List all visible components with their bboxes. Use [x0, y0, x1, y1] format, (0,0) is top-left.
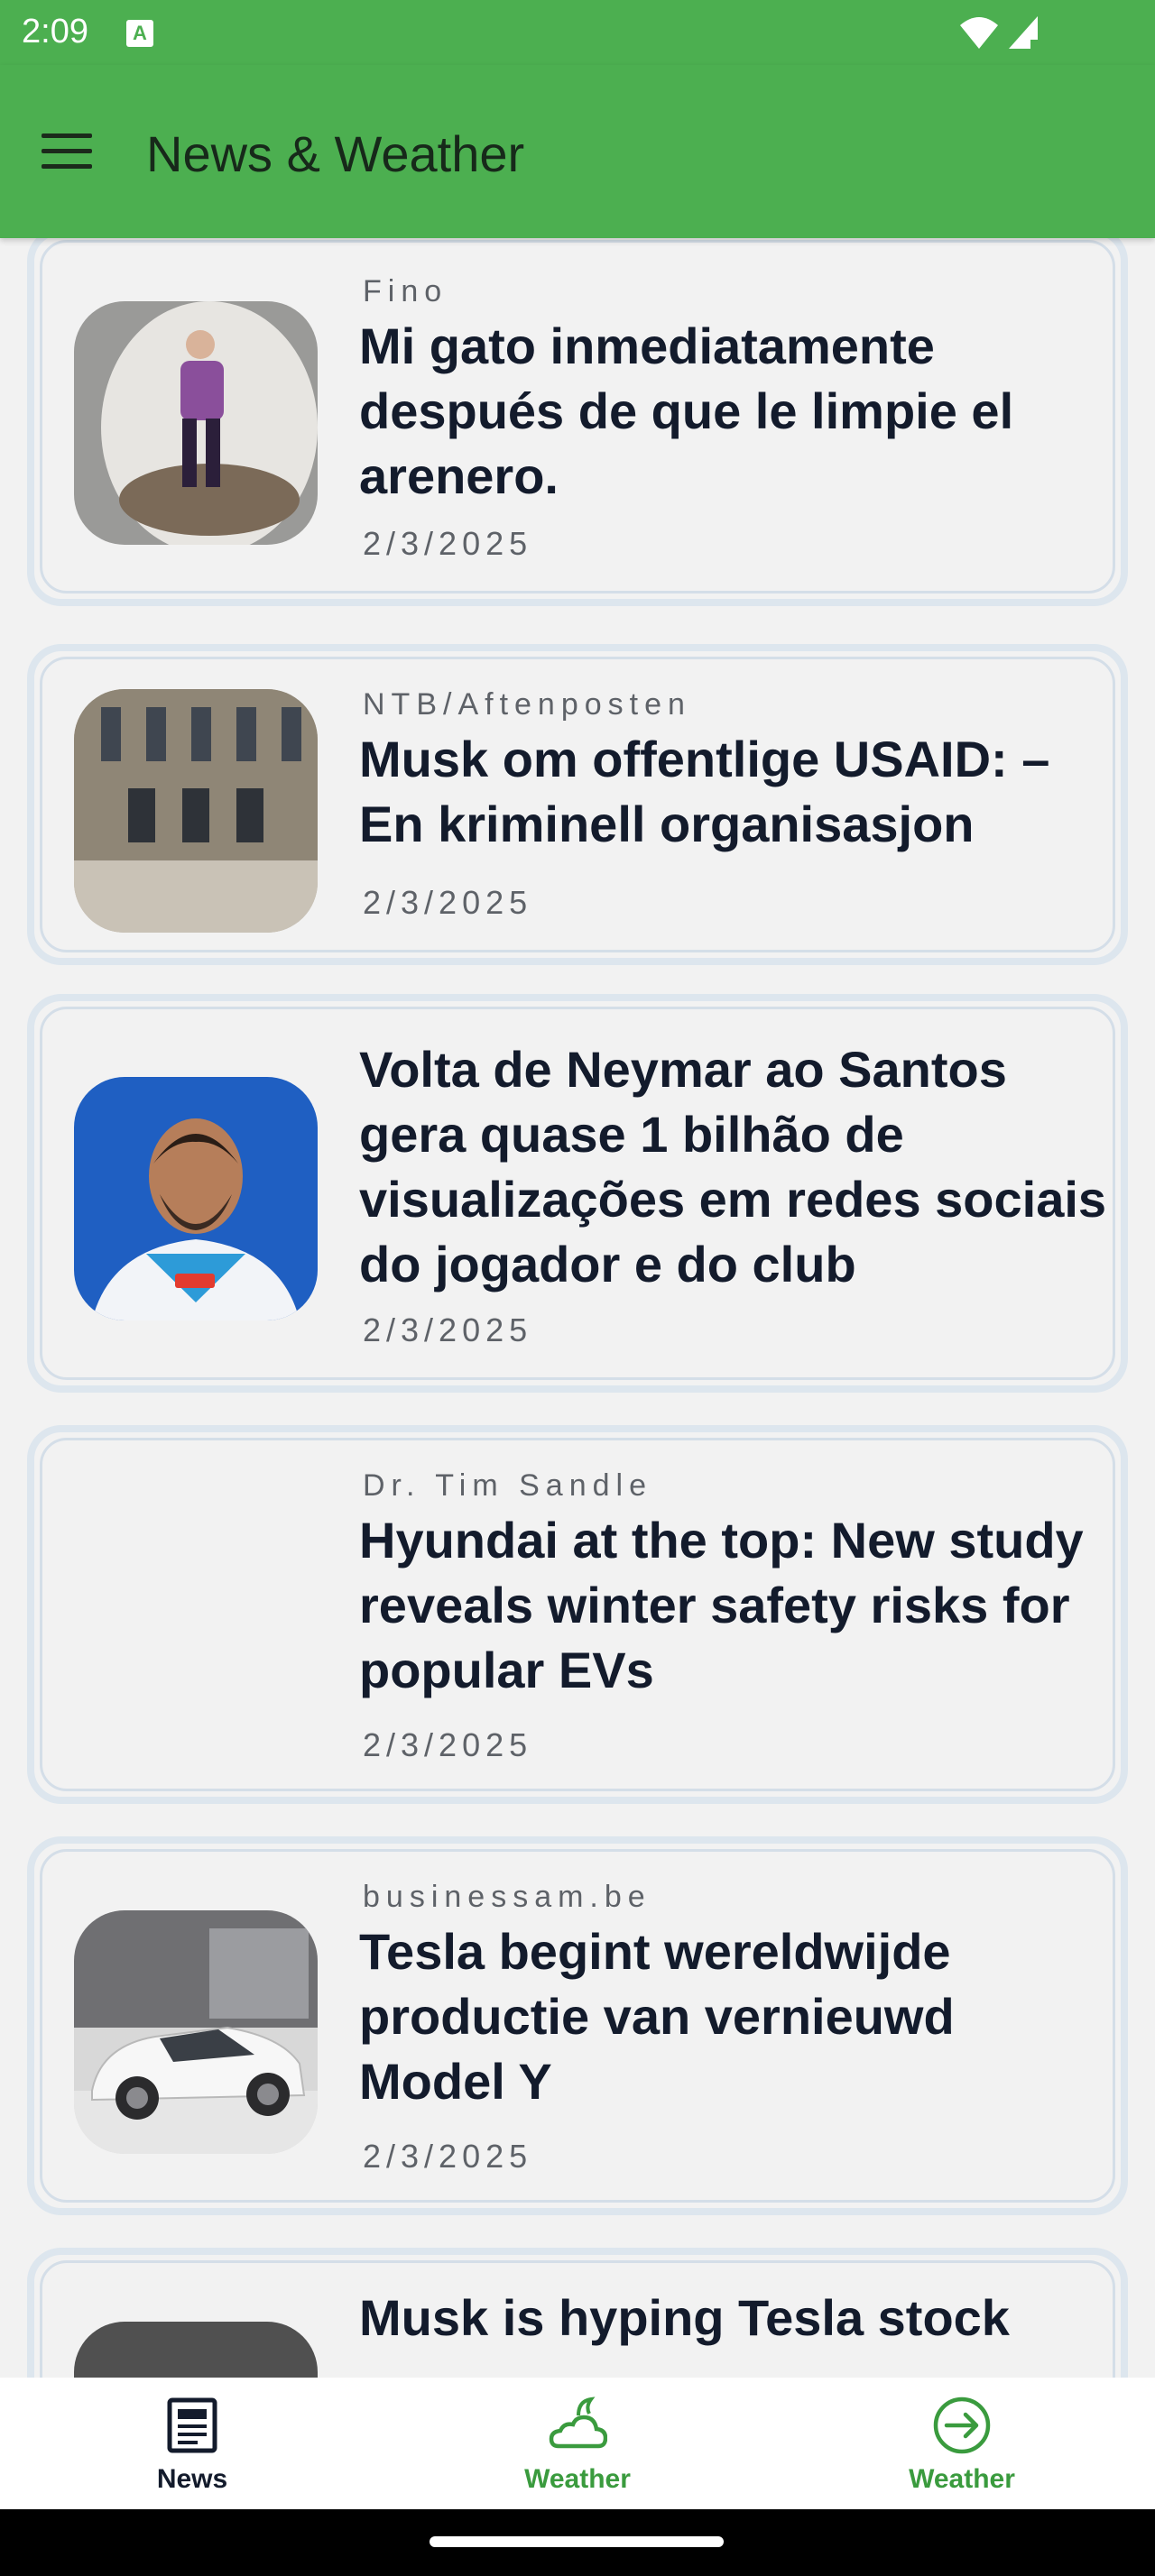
article-source: businessam.be: [363, 1880, 651, 1914]
status-time: 2:09: [22, 13, 88, 51]
article-source: Fino: [363, 274, 448, 308]
hamburger-menu-icon[interactable]: [42, 133, 92, 170]
cell-signal-icon: [1009, 16, 1040, 49]
app-bar: News & Weather: [0, 65, 1155, 238]
gesture-handle[interactable]: [430, 2536, 724, 2547]
article-headline: Hyundai at the top: New study reveals wi…: [359, 1512, 1084, 1698]
status-bar: 2:09 A: [0, 0, 1155, 65]
article-headline: Musk om offentlige USAID: – En kriminell…: [359, 731, 1050, 852]
gesture-bar: [0, 2509, 1155, 2576]
bottom-navigation: News Weather Weather: [0, 2378, 1155, 2509]
nav-news[interactable]: News: [0, 2378, 384, 2509]
news-card[interactable]: NTB/Aftenposten Musk om offentlige USAID…: [27, 644, 1128, 965]
article-thumbnail: [74, 2322, 318, 2378]
nav-weather-alt[interactable]: Weather: [770, 2378, 1154, 2509]
newspaper-icon: [167, 2397, 217, 2453]
article-source: NTB/Aftenposten: [363, 687, 691, 722]
news-feed[interactable]: Fino Mi gato inmediatamente después de q…: [0, 238, 1155, 2378]
notification-a-icon: A: [126, 20, 153, 47]
article-headline: Volta de Neymar ao Santos gera quase 1 b…: [359, 1041, 1107, 1293]
article-thumbnail: [74, 301, 318, 545]
article-date: 2/3/2025: [363, 525, 533, 562]
article-date: 2/3/2025: [363, 2138, 533, 2175]
article-thumbnail: [74, 1910, 318, 2154]
article-date: 2/3/2025: [363, 1311, 533, 1348]
article-date: 2/3/2025: [363, 1726, 533, 1763]
article-thumbnail: [74, 1077, 318, 1320]
news-card[interactable]: Volta de Neymar ao Santos gera quase 1 b…: [27, 994, 1128, 1393]
article-source: Dr. Tim Sandle: [363, 1468, 652, 1503]
app-title: News & Weather: [146, 125, 525, 182]
nav-weather[interactable]: Weather: [385, 2378, 770, 2509]
arrow-circle-icon: [933, 2397, 991, 2454]
news-card[interactable]: Musk is hyping Tesla stock: [27, 2248, 1128, 2378]
article-thumbnail: [74, 689, 318, 933]
news-card[interactable]: Fino Mi gato inmediatamente después de q…: [27, 238, 1128, 606]
news-card[interactable]: Dr. Tim Sandle Hyundai at the top: New s…: [27, 1425, 1128, 1804]
cloud-weather-icon: [549, 2397, 607, 2449]
article-headline: Musk is hyping Tesla stock: [359, 2289, 1010, 2346]
nav-label: Weather: [909, 2464, 1015, 2494]
wifi-icon: [960, 17, 998, 49]
article-headline: Mi gato inmediatamente después de que le…: [359, 317, 1014, 504]
article-headline: Tesla begint wereldwijde productie van v…: [359, 1923, 955, 2110]
news-card[interactable]: businessam.be Tesla begint wereldwijde p…: [27, 1836, 1128, 2215]
nav-label: News: [156, 2464, 228, 2494]
nav-label: Weather: [524, 2464, 631, 2494]
article-date: 2/3/2025: [363, 884, 533, 921]
